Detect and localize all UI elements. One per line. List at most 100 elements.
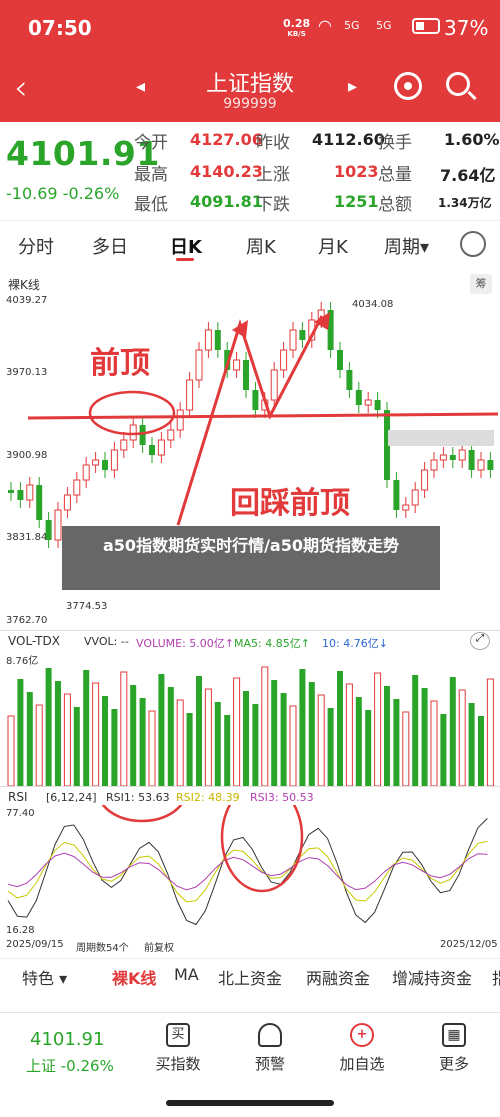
value-volume: 7.64亿 [440, 166, 496, 185]
active-tab-indicator [176, 258, 194, 261]
date-start: 2025/09/15 [6, 939, 64, 950]
tab-monthly-k[interactable]: 月K [318, 233, 348, 259]
value-low: 4091.81 [190, 192, 263, 211]
candle [45, 520, 52, 540]
alert-button[interactable]: 预警 [235, 1023, 305, 1074]
indicator-holdings[interactable]: 增减持资金 [392, 965, 472, 989]
candle [421, 469, 429, 491]
adjustment-label: 前复权 [144, 943, 174, 954]
volume-bar [214, 702, 221, 786]
status-bar: 07:50 0.28 KB/S ◠ 5G 5G 37% [0, 0, 500, 58]
volume-bar [261, 666, 269, 786]
candle [110, 449, 118, 471]
candle [8, 490, 14, 493]
candle [157, 439, 165, 456]
volume-bar [224, 715, 231, 786]
candle [252, 390, 259, 410]
tab-intraday[interactable]: 分时 [18, 233, 54, 259]
rsi1-value: RSI1: 53.63 [106, 791, 170, 804]
candle [289, 329, 297, 351]
volume-bar [139, 698, 146, 786]
volume-bar [299, 669, 306, 786]
volume-bar [421, 688, 428, 786]
volume-value: VOLUME: 5.00亿↑ [136, 637, 234, 650]
indicator-northbound[interactable]: 北上资金 [218, 965, 282, 989]
wifi-icon: ◠ [318, 16, 332, 35]
volume-bar [317, 694, 325, 786]
volume-bar [252, 704, 259, 786]
candle [204, 329, 212, 351]
volume-bar [289, 705, 297, 786]
volume-bar [196, 676, 202, 786]
label-amount: 总额 [378, 195, 412, 215]
candle [346, 370, 353, 390]
volume-bar [204, 688, 212, 786]
candle [393, 480, 400, 510]
search-icon[interactable] [446, 72, 477, 101]
home-indicator [166, 1100, 334, 1106]
tab-weekly-k[interactable]: 周K [246, 233, 276, 259]
buy-index-button[interactable]: 买 买指数 [143, 1023, 213, 1074]
assistant-icon[interactable] [394, 72, 422, 100]
period-count: 周期数54个 [76, 943, 129, 954]
label-prev-close: 昨收 [256, 133, 290, 153]
indicator-bare-k[interactable]: 裸K线 [112, 965, 156, 989]
volume-bar [345, 683, 353, 786]
label-up: 上涨 [256, 165, 290, 185]
candle [449, 455, 456, 460]
date-end: 2025/12/05 [440, 939, 498, 950]
vol-label[interactable]: VOL-TDX [8, 634, 60, 648]
rsi-chart [7, 805, 488, 926]
candle [176, 409, 184, 431]
candle [364, 399, 372, 406]
annotation-previous-top: 前顶 [90, 346, 150, 381]
tab-period[interactable]: 周期▾ [384, 233, 429, 259]
divider [0, 786, 500, 787]
candle [411, 489, 419, 506]
value-prev-close: 4112.60 [312, 130, 385, 149]
add-watchlist-button[interactable]: + 加自选 [327, 1023, 397, 1074]
signal-icon-2: 5G [376, 19, 392, 32]
header: ‹ ◂ ▸ 上证指数 999999 [0, 58, 500, 122]
volume-bar [55, 681, 61, 786]
price-change: -10.69 -0.26% [6, 184, 120, 203]
tab-daily-k[interactable]: 日K [170, 233, 202, 259]
candle [233, 359, 241, 371]
label-volume: 总量 [378, 165, 412, 185]
expand-icon[interactable]: ⤢ [470, 632, 490, 650]
period-tabs: 分时 多日 日K 周K 月K 周期▾ [0, 220, 500, 268]
volume-bar [393, 699, 400, 786]
volume-bar [35, 704, 43, 786]
label-down: 下跌 [256, 195, 290, 215]
candle [430, 459, 438, 471]
volume-bar [167, 687, 174, 786]
buy-icon: 买 [166, 1023, 190, 1047]
indicator-more[interactable]: 指 [492, 965, 500, 989]
volume-bar [7, 715, 15, 786]
rsi-label[interactable]: RSI [8, 790, 28, 804]
candle [374, 400, 381, 410]
volume-bar [486, 678, 494, 786]
indicator-ma[interactable]: MA [174, 965, 199, 984]
candle [120, 439, 128, 451]
vvol-value: VVOL: -- [84, 635, 129, 648]
candle [36, 485, 43, 520]
volume-bar [73, 707, 80, 786]
settings-icon[interactable] [460, 231, 486, 257]
tab-multiday[interactable]: 多日 [92, 233, 128, 259]
candle [17, 490, 24, 500]
value-turnover: 1.60% [444, 130, 500, 149]
volume-bar [45, 668, 52, 786]
volume-bar [26, 692, 33, 786]
indicator-margin[interactable]: 两融资金 [306, 965, 370, 989]
resistance-line [27, 412, 499, 420]
label-turnover: 换手 [378, 133, 412, 153]
battery-percent: 37% [444, 16, 489, 40]
volume-bar [120, 671, 128, 786]
volume-bar [430, 700, 438, 786]
more-button[interactable]: ▦ 更多 [419, 1023, 489, 1074]
candle [82, 464, 90, 481]
candle [439, 454, 447, 461]
volume-bar [102, 696, 108, 786]
indicator-featured[interactable]: 特色 ▾ [22, 965, 67, 989]
